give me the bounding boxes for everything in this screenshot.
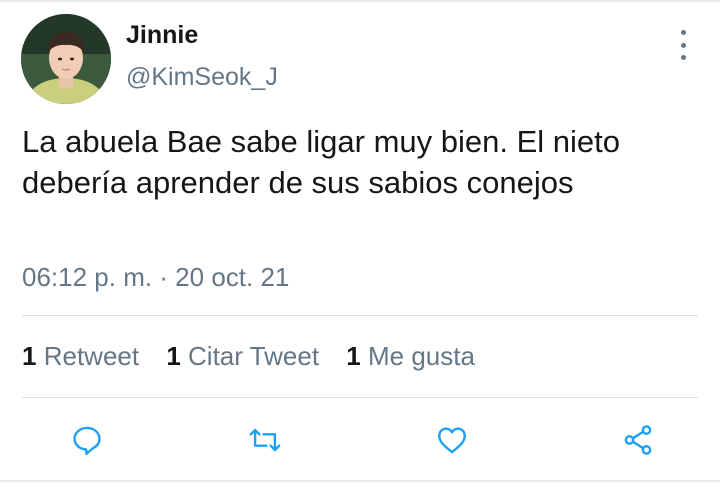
more-options-icon[interactable] [672,30,694,60]
tweet-text: La abuela Bae sabe ligar muy bien. El ni… [22,124,621,200]
divider [22,315,698,316]
author-name[interactable]: Jinnie [126,21,198,50]
likes-count: 1 [346,341,361,371]
tweet-timestamp[interactable]: 06:12 p. m. · 20 oct. 21 [22,262,289,293]
tweet-actions [0,420,720,460]
retweets-label: Retweet [43,341,140,371]
retweets-count: 1 [22,341,37,371]
tweet-stats: 1 Retweet 1 Citar Tweet 1 Me gusta [22,341,495,372]
share-icon[interactable] [618,420,658,460]
quote-tweets-stat[interactable]: 1 Citar Tweet [166,341,319,372]
retweets-stat[interactable]: 1 Retweet [22,341,139,372]
likes-label: Me gusta [367,341,475,371]
avatar-image [21,14,111,104]
quote-tweets-count: 1 [166,341,181,371]
retweet-icon[interactable] [245,420,285,460]
dot [680,30,686,35]
bottom-divider [0,480,720,482]
top-divider [0,0,720,2]
dot [680,55,686,60]
divider [22,397,698,398]
like-icon[interactable] [432,420,472,460]
avatar[interactable] [21,14,111,104]
quote-tweets-label: Citar Tweet [188,341,320,371]
reply-icon[interactable] [67,420,107,460]
dot [680,42,686,48]
author-handle[interactable]: @KimSeok_J [126,63,278,92]
likes-stat[interactable]: 1 Me gusta [346,341,475,372]
